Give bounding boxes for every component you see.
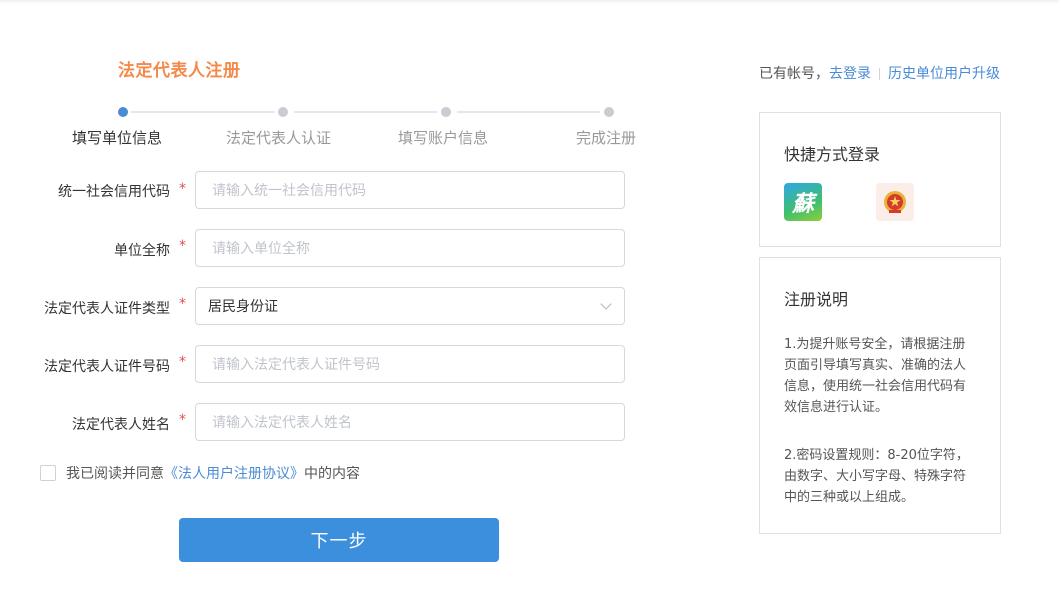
org-name-label: 单位全称: [114, 243, 170, 259]
id-type-label: 法定代表人证件类型: [44, 301, 170, 317]
step-connector: [457, 111, 600, 113]
id-type-select[interactable]: 居民身份证: [195, 287, 625, 325]
required-mark: *: [179, 412, 186, 428]
step-connector: [294, 111, 437, 113]
su-app-icon[interactable]: 蘇: [784, 183, 822, 221]
id-number-label: 法定代表人证件号码: [44, 359, 170, 375]
id-number-input[interactable]: 请输入法定代表人证件号码: [195, 345, 625, 383]
step-dot-1: [118, 107, 128, 117]
login-link[interactable]: 去登录: [829, 66, 871, 82]
step-label-2: 法定代表人认证: [226, 129, 332, 147]
top-shadow: [0, 0, 1059, 4]
next-step-button[interactable]: 下一步: [179, 518, 499, 562]
agreement-prefix: 我已阅读并同意: [66, 466, 164, 482]
has-account-text: 已有帐号，: [759, 66, 829, 82]
national-emblem-icon[interactable]: [876, 183, 914, 221]
su-app-glyph: 蘇: [791, 191, 814, 217]
agreement-checkbox[interactable]: [40, 465, 56, 481]
agreement-suffix: 中的内容: [304, 466, 360, 482]
instruction-item-1: 1.为提升账号安全，请根据注册页面引导填写真实、准确的法人信息，使用统一社会信用…: [784, 337, 967, 415]
page-title: 法定代表人注册: [118, 61, 241, 81]
emblem-graphic: [884, 191, 906, 213]
divider: [879, 68, 880, 80]
agreement-row: 我已阅读并同意 《法人用户注册协议》 中的内容: [40, 463, 360, 483]
step-dot-2: [278, 107, 288, 117]
agreement-link[interactable]: 《法人用户注册协议》: [164, 463, 304, 483]
upgrade-link[interactable]: 历史单位用户升级: [888, 66, 1000, 82]
id-type-value: 居民身份证: [208, 299, 278, 315]
required-mark: *: [179, 238, 186, 254]
required-mark: *: [179, 181, 186, 197]
legal-rep-name-input[interactable]: 请输入法定代表人姓名: [195, 403, 625, 441]
credit-code-input[interactable]: 请输入统一社会信用代码: [195, 171, 625, 209]
step-connector: [131, 111, 275, 113]
step-dot-4: [604, 107, 614, 117]
credit-code-label: 统一社会信用代码: [58, 184, 170, 200]
quick-login-title: 快捷方式登录: [784, 145, 881, 164]
account-links: 已有帐号，去登录 历史单位用户升级: [759, 63, 1000, 83]
step-label-3: 填写账户信息: [398, 129, 489, 147]
step-dot-3: [441, 107, 451, 117]
quick-login-card: 快捷方式登录 蘇: [759, 112, 1001, 247]
step-label-4: 完成注册: [576, 129, 637, 147]
org-name-input[interactable]: 请输入单位全称: [195, 229, 625, 267]
instructions-card: 注册说明 1.为提升账号安全，请根据注册页面引导填写真实、准确的法人信息，使用统…: [759, 257, 1001, 534]
required-mark: *: [179, 296, 186, 312]
instructions-title: 注册说明: [784, 290, 849, 309]
chevron-down-icon: [600, 298, 612, 310]
required-mark: *: [179, 354, 186, 370]
legal-rep-name-label: 法定代表人姓名: [72, 417, 170, 433]
instruction-item-2: 2.密码设置规则：8-20位字符，由数字、大小写字母、特殊字符中的三种或以上组成…: [784, 448, 969, 505]
step-label-1: 填写单位信息: [72, 129, 163, 147]
